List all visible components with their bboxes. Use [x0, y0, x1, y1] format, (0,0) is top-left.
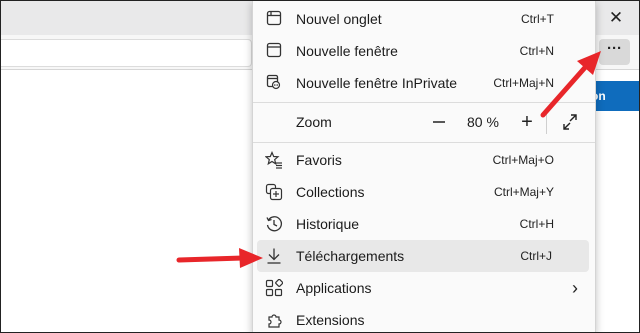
inprivate-icon: [265, 74, 283, 92]
browser-window: ✕ ··· on Nouvel onglet Ctrl+T Nouvelle f…: [0, 0, 640, 333]
zoom-label: Zoom: [296, 114, 332, 130]
menu-item-label: Extensions: [296, 312, 365, 328]
menu-item-new-tab[interactable]: Nouvel onglet Ctrl+T: [253, 3, 595, 35]
menu-item-label: Historique: [296, 216, 360, 232]
menu-item-label: Favoris: [296, 152, 342, 168]
menu-item-collections[interactable]: Collections Ctrl+Maj+Y: [253, 176, 595, 208]
menu-item-favorites[interactable]: Favoris Ctrl+Maj+O: [253, 144, 595, 176]
apps-icon: [265, 278, 284, 297]
close-window-button[interactable]: ✕: [604, 7, 628, 29]
menu-item-extensions[interactable]: Extensions: [253, 304, 595, 332]
extensions-icon: [265, 311, 283, 329]
download-icon: [265, 247, 283, 265]
menu-item-label: Nouvelle fenêtre: [296, 43, 398, 59]
menu-item-shortcut: Ctrl+T: [521, 12, 554, 26]
zoom-out-button[interactable]: [427, 110, 451, 134]
menu-item-label: Nouvel onglet: [296, 11, 382, 27]
menu-item-history[interactable]: Historique Ctrl+H: [253, 208, 595, 240]
collections-icon: [265, 183, 283, 201]
menu-item-label: Nouvelle fenêtre InPrivate: [296, 75, 458, 91]
red-arrow-to-more-button: [540, 51, 601, 118]
red-arrow-to-downloads: [176, 248, 263, 268]
favorites-icon: [264, 150, 283, 169]
menu-item-apps[interactable]: Applications ›: [253, 272, 595, 304]
menu-item-downloads[interactable]: Téléchargements Ctrl+J: [257, 240, 589, 272]
menu-item-label: Applications: [296, 280, 372, 296]
menu-item-shortcut: Ctrl+H: [519, 217, 554, 231]
menu-divider: [253, 142, 595, 143]
menu-item-shortcut: Ctrl+Maj+O: [492, 153, 554, 167]
zoom-value: 80 %: [467, 114, 499, 130]
menu-item-shortcut: Ctrl+Maj+Y: [493, 185, 554, 199]
new-window-icon: [265, 42, 283, 60]
history-icon: [265, 215, 283, 233]
address-bar[interactable]: [1, 39, 252, 67]
menu-item-label: Collections: [296, 184, 365, 200]
menu-item-shortcut: Ctrl+J: [520, 249, 552, 263]
new-tab-icon: [265, 10, 283, 28]
chevron-right-icon: ›: [572, 278, 578, 298]
menu-item-label: Téléchargements: [296, 248, 405, 264]
